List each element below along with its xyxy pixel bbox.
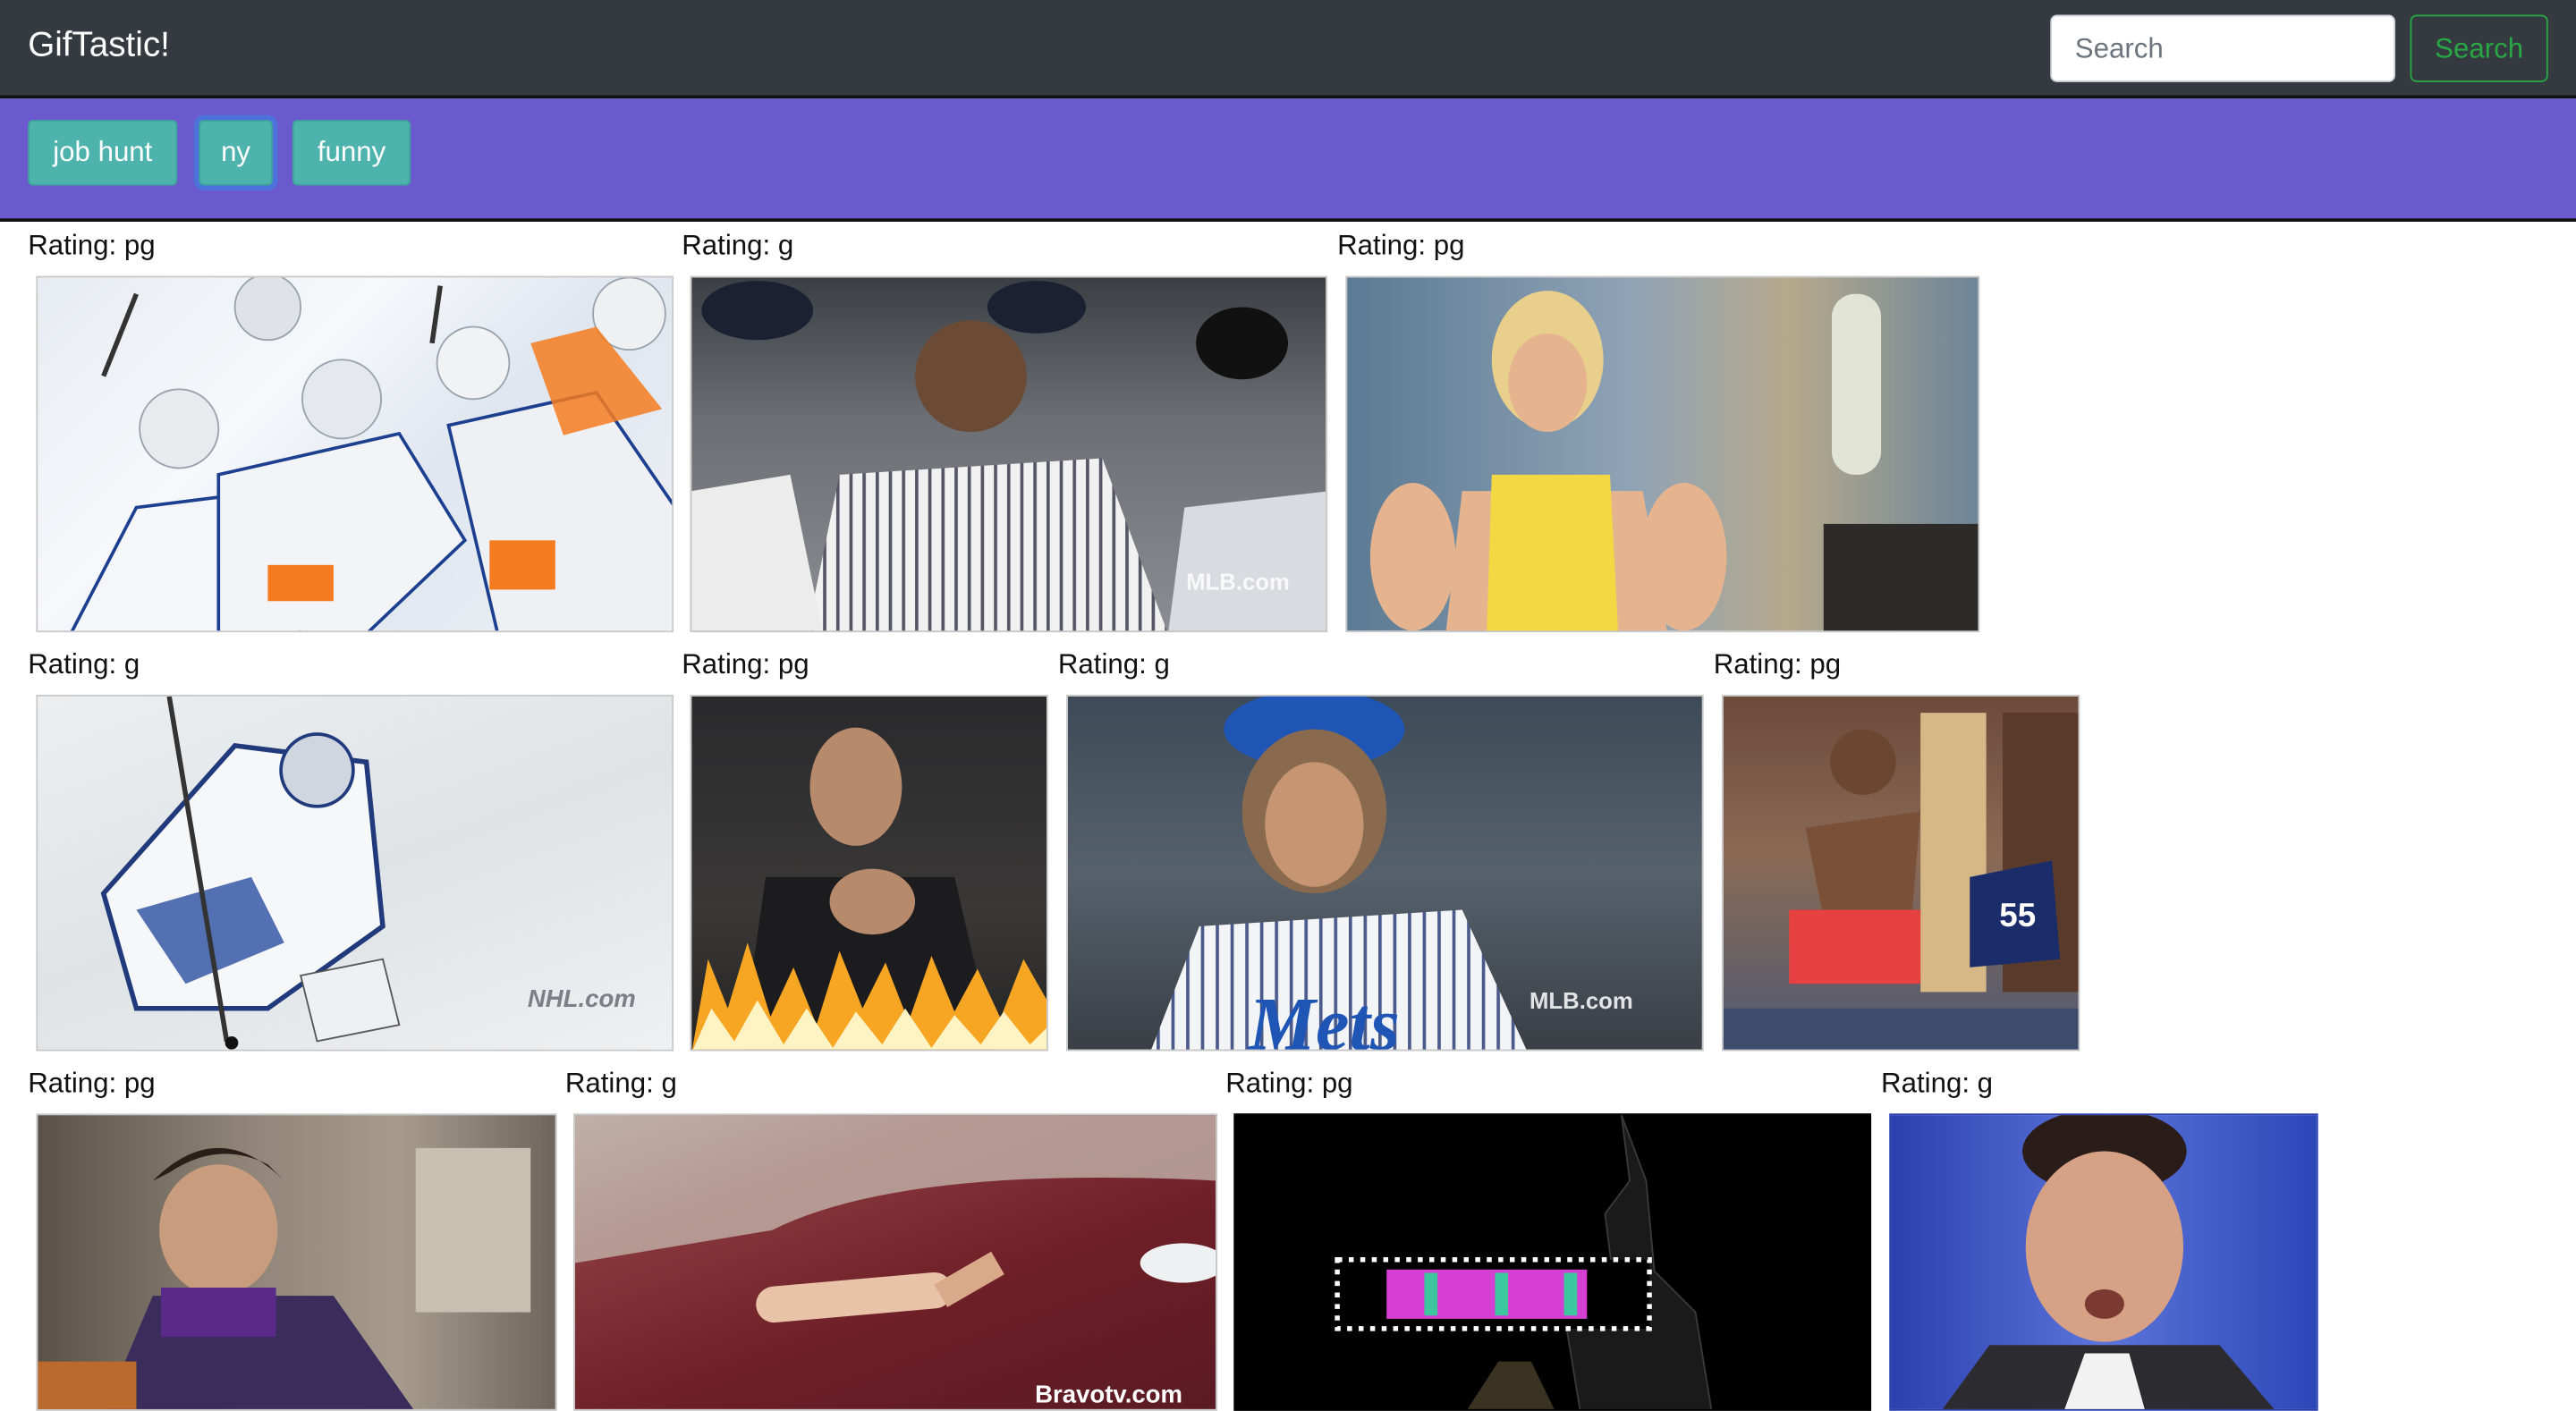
topic-button-bar: job hunt ny funny	[0, 98, 2576, 222]
mlb-watermark: MLB.com	[1186, 568, 1290, 595]
gif-rating: Rating: pg	[1337, 230, 1465, 262]
gif-rating: Rating: g	[682, 230, 794, 262]
svg-text:55: 55	[1999, 897, 2036, 934]
gif-image-subway-sleeper[interactable]	[36, 1113, 557, 1411]
gif-image-yankees-dugout[interactable]: MLB.com	[690, 275, 1328, 633]
surprised-man-scene	[1942, 1115, 2275, 1409]
liberty-scene	[1335, 1115, 1713, 1409]
topic-button-ny[interactable]: ny	[199, 120, 273, 186]
mlb-watermark: MLB.com	[1530, 986, 1633, 1014]
gif-image-mets-pitcher[interactable]: Mets MLB.com	[1066, 694, 1704, 1052]
gif-rating: Rating: g	[564, 1067, 677, 1099]
prosthetic-scene	[574, 1115, 1216, 1323]
gif-rating: Rating: pg	[1713, 648, 1842, 680]
gif-rating: Rating: pg	[1225, 1067, 1353, 1099]
gif-image-prosthetic-leg[interactable]: Bravotv.com	[573, 1113, 1218, 1411]
gif-image-man-flames[interactable]	[690, 694, 1048, 1052]
nhl-watermark: NHL.com	[527, 985, 636, 1014]
gif-image-surprised-man[interactable]	[1889, 1113, 2318, 1411]
gif-image-liberty-lights[interactable]	[1233, 1113, 1872, 1411]
flames-scene	[691, 727, 1046, 1050]
gif-rating: Rating: g	[28, 648, 140, 680]
svg-text:Mets: Mets	[1247, 984, 1400, 1052]
bravo-watermark: Bravotv.com	[1035, 1381, 1183, 1409]
gif-rating: Rating: pg	[682, 648, 809, 680]
search-input[interactable]	[2050, 14, 2395, 82]
subway-scene	[38, 1147, 531, 1409]
gif-image-hockey-celebration[interactable]	[36, 275, 674, 633]
top-navbar: GifTastic! Search	[0, 0, 2576, 99]
gif-rating: Rating: g	[1057, 648, 1170, 680]
topic-button-job-hunt[interactable]: job hunt	[28, 120, 178, 186]
search-button[interactable]: Search	[2410, 14, 2548, 82]
brand-title[interactable]: GifTastic!	[28, 26, 170, 65]
woman-scene	[1369, 291, 1979, 631]
gif-rating: Rating: g	[1881, 1067, 1994, 1099]
gif-image-football-dance[interactable]: 55	[1721, 694, 2080, 1052]
gif-rating: Rating: pg	[28, 230, 156, 262]
topic-button-funny[interactable]: funny	[292, 120, 411, 186]
hockey-scene	[70, 277, 673, 631]
gif-image-woman-reacting[interactable]	[1345, 275, 1980, 633]
gif-image-rangers-goalie[interactable]: NHL.com	[36, 694, 674, 1052]
locker-room-scene: 55	[1723, 713, 2079, 1050]
gif-rating: Rating: pg	[28, 1067, 156, 1099]
